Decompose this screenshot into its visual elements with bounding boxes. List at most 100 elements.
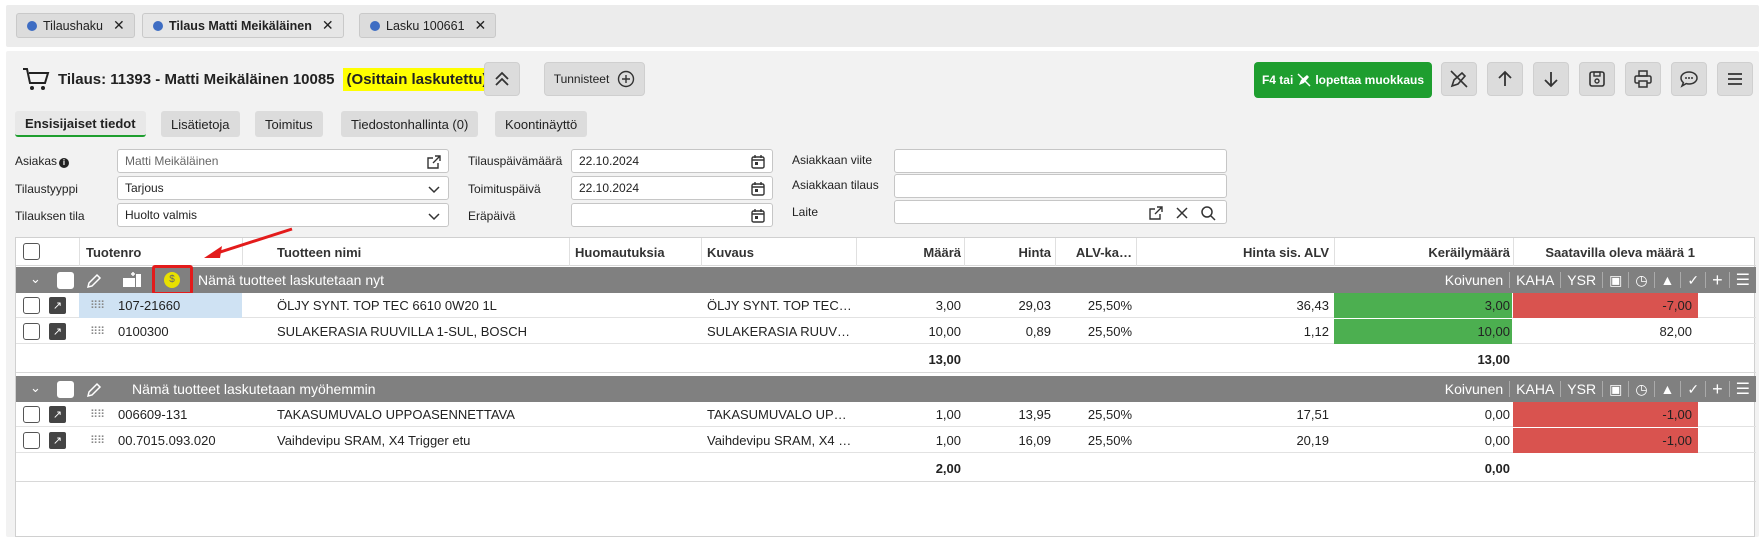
row-checkbox[interactable] xyxy=(23,432,40,449)
move-down-button[interactable] xyxy=(1533,62,1569,96)
drag-handle-icon[interactable]: ⠿⠿ xyxy=(90,408,105,421)
asiakas-field[interactable]: Matti Meikäläinen xyxy=(117,149,449,173)
clear-icon[interactable] xyxy=(1174,205,1190,221)
col-huomautuksia[interactable]: Huomautuksia xyxy=(575,245,665,260)
drag-handle-icon[interactable]: ⠿⠿ xyxy=(90,325,105,338)
ysr-button[interactable]: YSR xyxy=(1560,272,1602,288)
cell-hinta-alv[interactable]: 36,43 xyxy=(1136,298,1329,313)
col-maara[interactable]: Määrä xyxy=(856,245,961,260)
kaha-button[interactable]: KAHA xyxy=(1509,381,1560,397)
clipboard-check-icon[interactable]: ✓ xyxy=(1680,381,1705,397)
group-checkbox[interactable] xyxy=(57,272,74,289)
table-row[interactable]: ↗ ⠿⠿ 006609-131 TAKASUMUVALO UPPOASENNET… xyxy=(16,402,1756,427)
cell-kuvaus[interactable]: Vaihdevipu SRAM, X4 … xyxy=(707,433,852,448)
group-checkbox[interactable] xyxy=(57,381,74,398)
koivunen-button[interactable]: Koivunen xyxy=(1439,272,1509,288)
col-alv[interactable]: ALV-ka… xyxy=(1055,245,1132,260)
subtab-tiedostonhallinta[interactable]: Tiedostonhallinta (0) xyxy=(341,111,479,137)
cell-saatavilla[interactable]: -1,00 xyxy=(1513,407,1692,422)
drag-handle-icon[interactable]: ⠿⠿ xyxy=(90,299,105,312)
collapse-button[interactable] xyxy=(484,62,520,96)
cell-tuotenro[interactable]: 006609-131 xyxy=(118,407,187,422)
cell-kuvaus[interactable]: TAKASUMUVALO UP… xyxy=(707,407,852,422)
toimituspvm-field[interactable]: 22.10.2024 xyxy=(571,176,773,200)
cell-tuotenro[interactable]: 00.7015.093.020 xyxy=(118,433,216,448)
calendar-icon[interactable] xyxy=(750,208,766,224)
cell-kuvaus[interactable]: ÖLJY SYNT. TOP TEC… xyxy=(707,298,852,313)
print-button[interactable] xyxy=(1625,62,1661,96)
invoice-coin-icon[interactable]: $ xyxy=(164,272,180,288)
cell-kerailymaara[interactable]: 0,00 xyxy=(1334,433,1510,448)
close-icon[interactable]: ✕ xyxy=(113,17,125,34)
menu-button[interactable] xyxy=(1717,62,1753,96)
cell-hinta-alv[interactable]: 20,19 xyxy=(1136,433,1329,448)
row-checkbox[interactable] xyxy=(23,297,40,314)
search-icon[interactable] xyxy=(1200,205,1216,221)
pencil-icon[interactable] xyxy=(85,381,103,399)
tila-select[interactable]: Huolto valmis xyxy=(117,203,449,227)
cell-tuotenro[interactable]: 0100300 xyxy=(118,324,169,339)
cell-saatavilla[interactable]: -1,00 xyxy=(1513,433,1692,448)
save-button[interactable] xyxy=(1579,62,1615,96)
external-link-icon[interactable] xyxy=(426,154,442,170)
astilaus-field[interactable] xyxy=(894,174,1227,198)
table-row[interactable]: ↗ ⠿⠿ 0100300 SULAKERASIA RUUVILLA 1-SUL,… xyxy=(16,319,1756,344)
subtab-toimitus[interactable]: Toimitus xyxy=(255,111,323,137)
col-kerailymaara[interactable]: Keräilymäärä xyxy=(1334,245,1510,260)
stop-editing-button[interactable]: F4 tai lopettaa muokkaus xyxy=(1254,62,1432,98)
cell-hinta[interactable]: 0,89 xyxy=(964,324,1051,339)
subtab-ensisijaiset[interactable]: Ensisijaiset tiedot xyxy=(15,111,146,137)
cell-maara[interactable]: 1,00 xyxy=(856,407,961,422)
external-link-icon[interactable] xyxy=(1148,205,1164,221)
tab-lasku[interactable]: Lasku 100661 ✕ xyxy=(359,13,497,38)
drag-handle-icon[interactable]: ⠿⠿ xyxy=(90,434,105,447)
calendar-add-icon[interactable]: ▣ xyxy=(1602,381,1628,397)
close-icon[interactable]: ✕ xyxy=(322,17,334,34)
chevron-down-icon[interactable]: ⌄ xyxy=(30,271,41,287)
table-row[interactable]: ↗ ⠿⠿ 00.7015.093.020 Vaihdevipu SRAM, X4… xyxy=(16,428,1756,453)
cell-tuotenro[interactable]: 107-21660 xyxy=(118,298,180,313)
cell-alv[interactable]: 25,50% xyxy=(1055,433,1132,448)
col-kuvaus[interactable]: Kuvaus xyxy=(707,245,754,260)
cell-nimi[interactable]: Vaihdevipu SRAM, X4 Trigger etu xyxy=(277,433,567,448)
hamburger-icon[interactable]: ☰ xyxy=(1728,272,1756,289)
col-hinta-alv[interactable]: Hinta sis. ALV xyxy=(1136,245,1329,260)
tilauspvm-field[interactable]: 22.10.2024 xyxy=(571,149,773,173)
kaha-button[interactable]: KAHA xyxy=(1509,272,1560,288)
plus-icon[interactable]: + xyxy=(1705,270,1729,290)
shapes-icon[interactable]: ▲ xyxy=(1653,381,1681,397)
tilaustyyppi-select[interactable]: Tarjous xyxy=(117,176,449,200)
cell-saatavilla[interactable]: -7,00 xyxy=(1513,298,1692,313)
chevron-down-icon[interactable]: ⌄ xyxy=(30,380,41,396)
move-group-icon[interactable] xyxy=(121,271,143,289)
pencil-icon[interactable] xyxy=(85,272,103,290)
close-icon[interactable]: ✕ xyxy=(475,17,487,34)
open-icon[interactable]: ↗ xyxy=(49,297,66,314)
cell-kuvaus[interactable]: SULAKERASIA RUUV… xyxy=(707,324,852,339)
open-icon[interactable]: ↗ xyxy=(49,323,66,340)
viite-field[interactable] xyxy=(894,149,1227,173)
plus-icon[interactable]: + xyxy=(1705,379,1729,399)
cell-nimi[interactable]: SULAKERASIA RUUVILLA 1-SUL, BOSCH xyxy=(277,324,567,339)
clipboard-check-icon[interactable]: ✓ xyxy=(1680,272,1705,288)
cell-nimi[interactable]: TAKASUMUVALO UPPOASENNETTAVA xyxy=(277,407,567,422)
row-checkbox[interactable] xyxy=(23,406,40,423)
cell-hinta[interactable]: 29,03 xyxy=(964,298,1051,313)
col-tuotenro[interactable]: Tuotenro xyxy=(86,245,141,260)
open-icon[interactable]: ↗ xyxy=(49,432,66,449)
col-saatavilla[interactable]: Saatavilla oleva määrä 1 xyxy=(1513,245,1695,260)
edit-off-button[interactable] xyxy=(1441,62,1477,96)
calendar-icon[interactable] xyxy=(750,154,766,170)
cell-hinta[interactable]: 13,95 xyxy=(964,407,1051,422)
select-all-checkbox[interactable] xyxy=(23,243,40,260)
cell-kerailymaara[interactable]: 3,00 xyxy=(1334,298,1510,313)
row-checkbox[interactable] xyxy=(23,323,40,340)
subtab-koontinaytto[interactable]: Koontinäyttö xyxy=(495,111,588,137)
shapes-icon[interactable]: ▲ xyxy=(1653,272,1681,288)
comments-button[interactable] xyxy=(1671,62,1707,96)
move-up-button[interactable] xyxy=(1487,62,1523,96)
hamburger-icon[interactable]: ☰ xyxy=(1728,381,1756,398)
cell-saatavilla[interactable]: 82,00 xyxy=(1513,324,1692,339)
cell-alv[interactable]: 25,50% xyxy=(1055,298,1132,313)
cell-maara[interactable]: 3,00 xyxy=(856,298,961,313)
